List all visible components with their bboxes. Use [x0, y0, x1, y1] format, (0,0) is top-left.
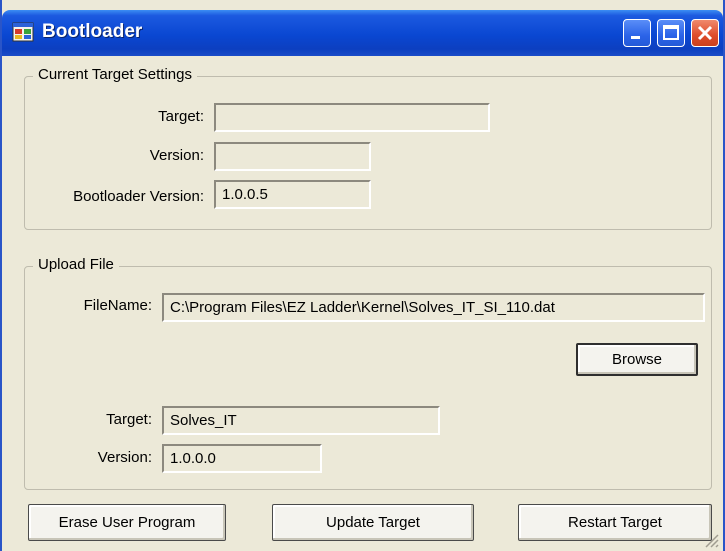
bootloader-app-icon: [12, 21, 34, 43]
title-bar[interactable]: Bootloader: [2, 10, 723, 56]
window-title: Bootloader: [42, 21, 143, 42]
close-button[interactable]: [691, 19, 719, 47]
erase-user-program-button[interactable]: Erase User Program: [28, 504, 226, 541]
bootloader-window: Bootloader Current Target Settings Targe…: [0, 0, 725, 551]
minimize-icon: [631, 36, 640, 39]
filename-label: FileName:: [83, 297, 152, 314]
maximize-icon: [663, 25, 679, 40]
current-version-label: Version:: [149, 147, 204, 164]
browse-button[interactable]: Browse: [576, 343, 698, 376]
current-version-field[interactable]: [214, 142, 371, 171]
upload-target-field[interactable]: Solves_IT: [162, 406, 440, 435]
current-target-field[interactable]: [214, 103, 490, 132]
upload-file-legend: Upload File: [33, 256, 119, 273]
bootloader-version-label: Bootloader Version:: [73, 188, 204, 205]
upload-version-label: Version:: [97, 449, 152, 466]
upload-version-field[interactable]: 1.0.0.0: [162, 444, 322, 473]
minimize-button[interactable]: [623, 19, 651, 47]
restart-target-button[interactable]: Restart Target: [518, 504, 712, 541]
current-target-label: Target:: [158, 108, 204, 125]
current-target-legend: Current Target Settings: [33, 66, 197, 83]
upload-target-label: Target:: [106, 411, 152, 428]
maximize-button[interactable]: [657, 19, 685, 47]
update-target-button[interactable]: Update Target: [272, 504, 474, 541]
bootloader-version-field[interactable]: 1.0.0.5: [214, 180, 371, 209]
close-icon: [697, 25, 713, 41]
resize-grip-icon[interactable]: [703, 532, 719, 548]
filename-field[interactable]: C:\Program Files\EZ Ladder\Kernel\Solves…: [162, 293, 705, 322]
